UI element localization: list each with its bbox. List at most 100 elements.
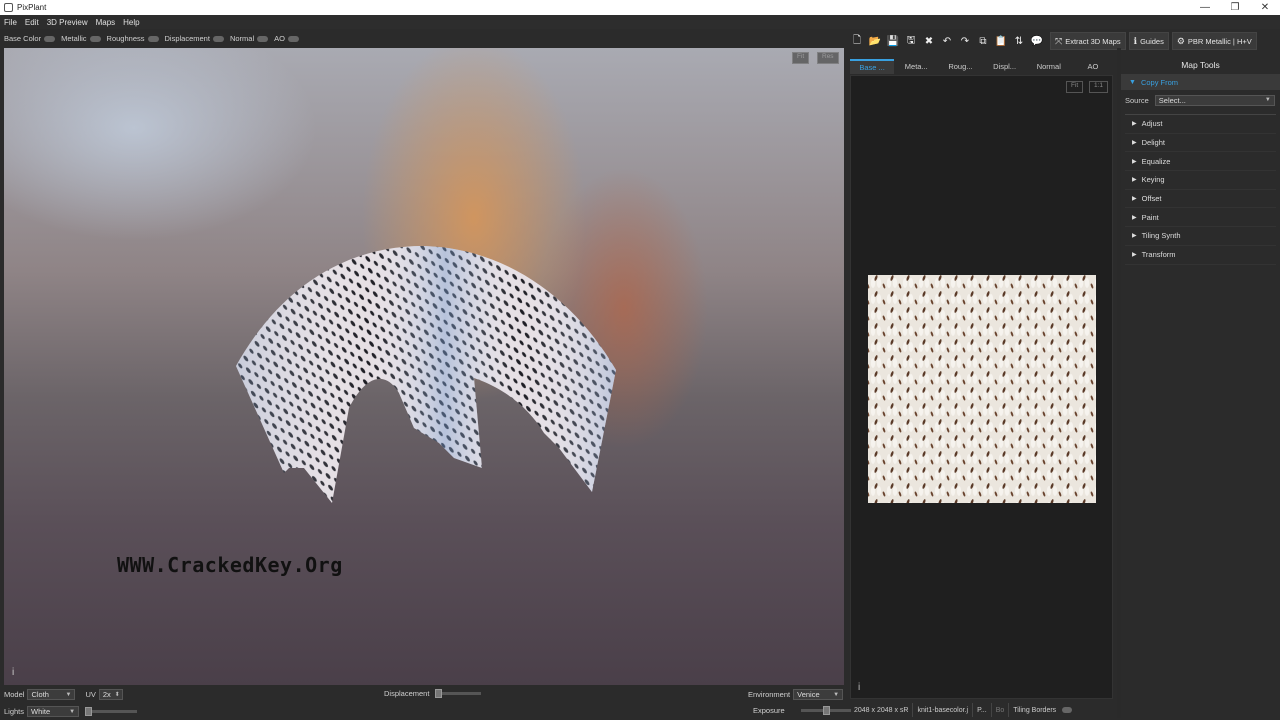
displacement-slider[interactable] (435, 689, 482, 698)
viewport-info-icon[interactable]: i (12, 667, 14, 678)
source-select[interactable]: Select... ▼ (1154, 94, 1275, 106)
map-tabs: Base ... Meta... Roug... Displ... Normal… (850, 59, 1116, 74)
open-folder-icon[interactable]: 📂 (867, 33, 883, 49)
restore-button[interactable]: ❐ (1220, 2, 1250, 13)
save-icon[interactable]: 💾 (885, 33, 901, 49)
map-fit-button[interactable]: Fit (1066, 81, 1084, 93)
main-toolbar: 🗋 📂 💾 🖫 ✖ ↶ ↷ ⧉ 📋 ⇅ 💬 ⤧ Extract 3D Maps ℹ… (847, 31, 1280, 51)
workflow-label: PBR Metallic | H+V (1187, 36, 1252, 46)
chevron-down-icon: ▼ (65, 691, 72, 698)
toggle-normal[interactable]: Normal (229, 34, 269, 43)
chevron-right-icon: ▶ (1132, 177, 1137, 184)
map-1to1-button[interactable]: 1:1 (1089, 81, 1109, 93)
paste-icon[interactable]: 📋 (993, 33, 1009, 49)
chevron-right-icon: ▶ (1132, 214, 1137, 221)
viewport-reset-button[interactable]: Res (817, 52, 839, 64)
map-format-button[interactable]: P... (973, 703, 992, 717)
tab-normal[interactable]: Normal (1026, 59, 1071, 74)
map-view[interactable]: Fit 1:1 i (850, 75, 1113, 699)
uv-value: 2x (102, 690, 111, 699)
extract-label: Extract 3D Maps (1065, 36, 1121, 46)
exposure-label: Exposure (753, 706, 785, 715)
toggle-label: AO (274, 34, 285, 43)
chevron-right-icon: ▶ (1132, 233, 1137, 240)
tool-paint[interactable]: ▶ Paint (1125, 208, 1276, 228)
preview-map-toggles: Base Color Metallic Roughness Displaceme… (0, 31, 845, 46)
map-info-icon[interactable]: i (858, 682, 860, 693)
tool-transform[interactable]: ▶ Transform (1125, 246, 1276, 265)
slider-knob[interactable] (85, 707, 93, 716)
map-size-text: 2048 x 2048 x sR (850, 703, 914, 717)
tab-displacement[interactable]: Displ... (982, 59, 1027, 74)
menu-help[interactable]: Help (123, 18, 139, 27)
new-file-icon[interactable]: 🗋 (849, 33, 865, 49)
menu-edit[interactable]: Edit (25, 18, 39, 27)
tool-keying[interactable]: ▶ Keying (1125, 171, 1276, 190)
toggle-displacement[interactable]: Displacement (165, 34, 224, 43)
toggle-switch[interactable] (212, 35, 224, 42)
workflow-button[interactable]: ⚙ PBR Metallic | H+V (1171, 32, 1257, 50)
tool-equalize[interactable]: ▶ Equalize (1125, 152, 1276, 172)
toggle-base-color[interactable]: Base Color (4, 34, 56, 43)
toggle-ao[interactable]: AO (274, 34, 299, 43)
viewport-fit-button[interactable]: Fit (792, 52, 810, 64)
tool-delight[interactable]: ▶ Delight (1125, 134, 1276, 153)
watermark-text: WWW.CrackedKey.Org (117, 553, 343, 577)
3d-viewport[interactable]: Fit Res WWW.CrackedKey.Org i (4, 48, 844, 685)
extract-3d-maps-button[interactable]: ⤧ Extract 3D Maps (1050, 32, 1126, 50)
undo-icon[interactable]: ↶ (939, 33, 955, 49)
toggle-roughness[interactable]: Roughness (107, 34, 159, 43)
toggle-label: Normal (229, 34, 255, 43)
map-tools-panel: Map Tools ▼ Copy From Source Select... ▼ ▶… (1121, 56, 1280, 720)
chevron-down-icon: ▼ (69, 708, 76, 715)
map-tools-title: Map Tools (1181, 60, 1220, 70)
chevron-down-icon: ▼ (1129, 78, 1136, 86)
uv-stepper[interactable]: 2x ⬍ (98, 689, 123, 700)
slider-knob[interactable] (435, 689, 443, 698)
environment-label: Environment (748, 690, 791, 699)
source-value: Select... (1158, 95, 1186, 105)
exposure-slider[interactable] (800, 706, 851, 715)
tool-tiling-synth[interactable]: ▶ Tiling Synth (1125, 227, 1276, 246)
tab-ao[interactable]: AO (1070, 59, 1116, 74)
uv-label: UV (85, 690, 96, 699)
chevron-down-icon: ▼ (833, 691, 840, 698)
slider-knob[interactable] (822, 706, 830, 715)
toggle-switch[interactable] (257, 35, 269, 42)
tab-roughness[interactable]: Roug... (938, 59, 983, 74)
lights-slider[interactable] (85, 707, 138, 716)
map-status-bar: 2048 x 2048 x sR knit1-basecolor.j P... … (850, 702, 1115, 718)
close-map-icon[interactable]: ✖ (921, 33, 937, 49)
tab-base-color[interactable]: Base ... (850, 59, 895, 74)
copy-from-section[interactable]: ▼ Copy From (1121, 74, 1280, 90)
tiling-borders-toggle[interactable] (1062, 707, 1073, 713)
tool-adjust[interactable]: ▶ Adjust (1125, 115, 1276, 134)
copy-icon[interactable]: ⧉ (975, 33, 991, 49)
menu-3d-preview[interactable]: 3D Preview (47, 18, 88, 27)
source-row: Source Select... ▼ (1121, 90, 1280, 110)
model-select[interactable]: Cloth ▼ (27, 689, 76, 700)
menu-maps[interactable]: Maps (96, 18, 116, 27)
texture-image (868, 275, 1096, 503)
tool-offset[interactable]: ▶ Offset (1125, 190, 1276, 209)
minimize-button[interactable]: — (1190, 2, 1220, 13)
toggle-switch[interactable] (89, 35, 101, 42)
title-bar: PixPlant — ❐ ✕ (0, 0, 1280, 15)
save-as-icon[interactable]: 🖫 (903, 33, 919, 49)
swap-icon[interactable]: ⇅ (1011, 33, 1027, 49)
redo-icon[interactable]: ↷ (957, 33, 973, 49)
environment-select[interactable]: Venice ▼ (793, 689, 844, 700)
map-bo-button[interactable]: Bo (992, 703, 1010, 717)
comment-icon[interactable]: 💬 (1029, 33, 1045, 49)
tab-metallic[interactable]: Meta... (894, 59, 939, 74)
tool-label: Delight (1141, 138, 1165, 148)
guides-button[interactable]: ℹ Guides (1128, 32, 1169, 50)
close-button[interactable]: ✕ (1250, 2, 1280, 13)
toggle-switch[interactable] (287, 35, 299, 42)
toggle-metallic[interactable]: Metallic (61, 34, 101, 43)
toggle-switch[interactable] (44, 35, 56, 42)
toggle-switch[interactable] (147, 35, 159, 42)
menu-file[interactable]: File (4, 18, 17, 27)
lights-select[interactable]: White ▼ (27, 706, 80, 717)
extract-icon: ⤧ (1055, 35, 1063, 46)
